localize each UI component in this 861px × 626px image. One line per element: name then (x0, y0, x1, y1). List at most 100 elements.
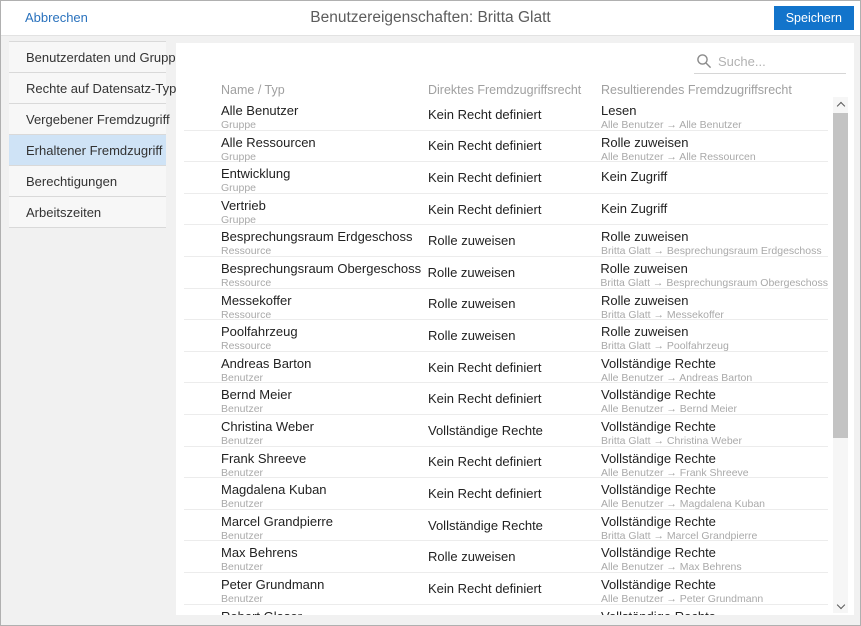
sidebar-item-rechte-auf-datensatz-typen[interactable]: Rechte auf Datensatz-Typen (9, 73, 166, 104)
row-name: Marcel Grandpierre (221, 514, 428, 529)
cell-resulting-right: Rolle zuweisen Alle Benutzer → Alle Ress… (601, 131, 828, 162)
cell-resulting-right: Rolle zuweisen Britta Glatt → Besprechun… (601, 225, 828, 256)
cell-resulting-right: Vollständige Rechte (601, 605, 828, 616)
row-name: Magdalena Kuban (221, 482, 428, 497)
sidebar-item-arbeitszeiten[interactable]: Arbeitszeiten (9, 197, 166, 228)
cell-resulting-right: Vollständige Rechte Alle Benutzer → Max … (601, 541, 828, 572)
cell-name-typ: Frank Shreeve Benutzer (221, 447, 428, 478)
cell-direct-right: Kein Recht definiert (428, 352, 601, 383)
row-resulting-right: Vollständige Rechte (601, 514, 828, 529)
sidebar-item-label: Erhaltener Fremdzugriff (26, 143, 162, 158)
table-row[interactable]: Peter Grundmann Benutzer Kein Recht defi… (184, 573, 828, 605)
cell-name-typ: Andreas Barton Benutzer (221, 352, 428, 383)
row-resulting-right: Rolle zuweisen (601, 293, 828, 308)
row-name: Poolfahrzeug (221, 324, 428, 339)
search-input[interactable] (716, 53, 846, 70)
cell-resulting-right: Vollständige Rechte Alle Benutzer → Fran… (601, 447, 828, 478)
table-row[interactable]: Christina Weber Benutzer Vollständige Re… (184, 415, 828, 447)
cell-direct-right: Kein Recht definiert (428, 162, 601, 193)
cell-resulting-right: Kein Zugriff (601, 194, 828, 225)
table-row[interactable]: Max Behrens Benutzer Rolle zuweisen Voll… (184, 541, 828, 573)
row-resulting-right: Vollständige Rechte (601, 356, 828, 371)
row-direct-right: Kein Recht definiert (428, 360, 601, 375)
table-row[interactable]: Alle Ressourcen Gruppe Kein Recht defini… (184, 131, 828, 163)
row-direct-right: Rolle zuweisen (428, 233, 601, 248)
row-name: Alle Benutzer (221, 103, 428, 118)
table-row[interactable]: Alle Benutzer Gruppe Kein Recht definier… (184, 99, 828, 131)
row-name: Entwicklung (221, 166, 428, 181)
row-name: Christina Weber (221, 419, 428, 434)
cell-resulting-right: Kein Zugriff (601, 162, 828, 193)
cell-name-typ: Max Behrens Benutzer (221, 541, 428, 572)
table-row[interactable]: Magdalena Kuban Benutzer Kein Recht defi… (184, 478, 828, 510)
table-row[interactable]: Messekoffer Ressource Rolle zuweisen Rol… (184, 289, 828, 321)
table-row[interactable]: Robert Glaser Vollständige Rechte (184, 605, 828, 616)
cell-name-typ: Christina Weber Benutzer (221, 415, 428, 446)
table-row[interactable]: Bernd Meier Benutzer Kein Recht definier… (184, 383, 828, 415)
search-box[interactable] (694, 49, 846, 74)
row-name: Peter Grundmann (221, 577, 428, 592)
table-row[interactable]: Vertrieb Gruppe Kein Recht definiert Kei… (184, 194, 828, 226)
table-row[interactable]: Poolfahrzeug Ressource Rolle zuweisen Ro… (184, 320, 828, 352)
sidebar-item-label: Vergebener Fremdzugriff (26, 112, 170, 127)
row-name: Vertrieb (221, 198, 428, 213)
scroll-up-button[interactable] (833, 97, 848, 112)
row-name: Robert Glaser (221, 609, 428, 616)
sidebar-item-berechtigungen[interactable]: Berechtigungen (9, 166, 166, 197)
row-resulting-right: Rolle zuweisen (600, 261, 828, 276)
row-name: Bernd Meier (221, 387, 428, 402)
row-direct-right: Vollständige Rechte (428, 518, 601, 533)
search-icon (696, 53, 712, 69)
cell-resulting-right: Vollständige Rechte Britta Glatt → Marce… (601, 510, 828, 541)
row-direct-right: Rolle zuweisen (428, 296, 601, 311)
row-resulting-right: Rolle zuweisen (601, 324, 828, 339)
row-direct-right: Kein Recht definiert (428, 202, 601, 217)
chevron-up-icon (836, 102, 844, 110)
sidebar-item-benutzerdaten-und-gruppen[interactable]: Benutzerdaten und Gruppen (9, 42, 166, 73)
cell-name-typ: Entwicklung Gruppe (221, 162, 428, 193)
table-row[interactable]: Frank Shreeve Benutzer Kein Recht defini… (184, 447, 828, 479)
cell-direct-right: Vollständige Rechte (428, 415, 601, 446)
row-name: Besprechungsraum Obergeschoss (221, 261, 428, 276)
cell-name-typ: Alle Ressourcen Gruppe (221, 131, 428, 162)
sidebar-item-label: Berechtigungen (26, 174, 117, 189)
row-direct-right: Rolle zuweisen (428, 328, 601, 343)
cell-resulting-right: Rolle zuweisen Britta Glatt → Besprechun… (600, 257, 828, 288)
row-resulting-right: Vollständige Rechte (601, 482, 828, 497)
sidebar-item-vergebener-fremdzugriff[interactable]: Vergebener Fremdzugriff (9, 104, 166, 135)
table-row[interactable]: Besprechungsraum Erdgeschoss Ressource R… (184, 225, 828, 257)
sidebar-item-label: Rechte auf Datensatz-Typen (26, 81, 191, 96)
scroll-down-button[interactable] (833, 598, 848, 613)
cell-direct-right: Kein Recht definiert (428, 573, 601, 604)
cell-resulting-right: Rolle zuweisen Britta Glatt → Messekoffe… (601, 289, 828, 320)
row-direct-right: Kein Recht definiert (428, 454, 601, 469)
chevron-down-icon (836, 601, 844, 609)
table-row[interactable]: Besprechungsraum Obergeschoss Ressource … (184, 257, 828, 289)
sidebar-item-erhaltener-fremdzugriff[interactable]: Erhaltener Fremdzugriff (9, 135, 166, 166)
table-row[interactable]: Marcel Grandpierre Benutzer Vollständige… (184, 510, 828, 542)
table-row[interactable]: Andreas Barton Benutzer Kein Recht defin… (184, 352, 828, 384)
scrollbar-thumb[interactable] (833, 113, 848, 438)
cell-name-typ: Vertrieb Gruppe (221, 194, 428, 225)
row-resulting-right: Rolle zuweisen (601, 135, 828, 150)
cell-name-typ: Robert Glaser (221, 605, 428, 616)
save-button[interactable]: Speichern (774, 6, 854, 30)
cell-name-typ: Magdalena Kuban Benutzer (221, 478, 428, 509)
row-resulting-right: Rolle zuweisen (601, 229, 828, 244)
cell-name-typ: Messekoffer Ressource (221, 289, 428, 320)
row-resulting-right: Vollständige Rechte (601, 545, 828, 560)
row-name: Frank Shreeve (221, 451, 428, 466)
table-row[interactable]: Entwicklung Gruppe Kein Recht definiert … (184, 162, 828, 194)
cell-direct-right: Kein Recht definiert (428, 447, 601, 478)
cell-name-typ: Besprechungsraum Obergeschoss Ressource (221, 257, 428, 288)
row-direct-right: Kein Recht definiert (428, 581, 601, 596)
sidebar-item-label: Benutzerdaten und Gruppen (26, 50, 190, 65)
table-body: Alle Benutzer Gruppe Kein Recht definier… (176, 99, 854, 615)
row-resulting-right: Vollständige Rechte (601, 577, 828, 592)
row-direct-right: Rolle zuweisen (428, 265, 601, 280)
vertical-scrollbar[interactable] (833, 97, 848, 613)
cancel-button[interactable]: Abbrechen (25, 1, 88, 35)
cell-direct-right: Rolle zuweisen (428, 257, 601, 288)
row-resulting-right: Kein Zugriff (601, 201, 828, 216)
row-direct-right: Rolle zuweisen (428, 549, 601, 564)
